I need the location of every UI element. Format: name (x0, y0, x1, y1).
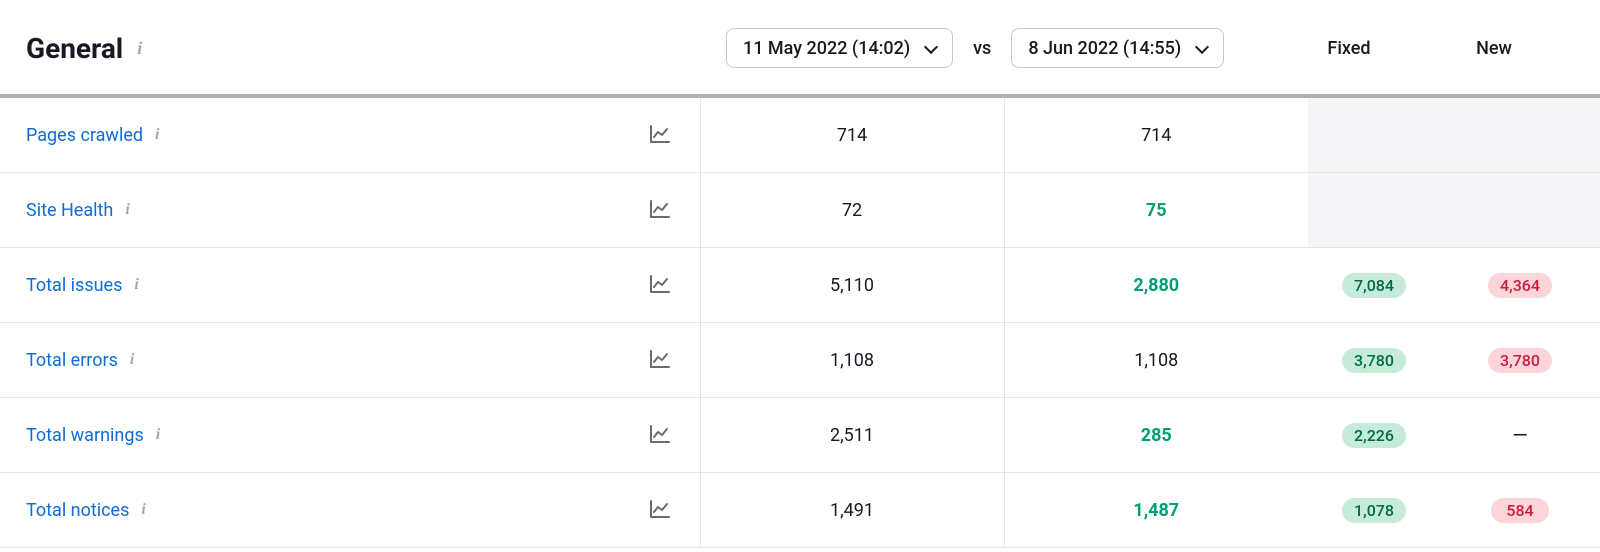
value-after: 285 (1004, 398, 1308, 473)
metric-link[interactable]: Total warnings (26, 425, 144, 446)
new-badge: 4,364 (1488, 273, 1552, 298)
new-badge: 3,780 (1488, 348, 1552, 373)
fixed-column-header: Fixed (1284, 38, 1414, 59)
fixed-cell (1308, 173, 1440, 248)
chart-icon[interactable] (648, 422, 674, 448)
title-wrap: General i (26, 32, 726, 65)
new-cell: — (1440, 398, 1600, 473)
chevron-down-icon (924, 41, 938, 55)
table-row: Total errors i 1,1081,108 3,780 3,780 (0, 323, 1600, 398)
value-before: 72 (700, 173, 1004, 248)
value-after: 1,487 (1004, 473, 1308, 548)
date-compare-controls: 11 May 2022 (14:02) vs 8 Jun 2022 (14:55… (726, 28, 1224, 68)
fixed-badge: 2,226 (1342, 423, 1406, 448)
metric-link[interactable]: Pages crawled (26, 125, 143, 146)
info-icon[interactable]: i (134, 277, 138, 293)
chevron-down-icon (1195, 41, 1209, 55)
fixed-cell: 3,780 (1308, 323, 1440, 398)
row-label-cell: Total notices i (0, 473, 700, 547)
section-title: General (26, 32, 123, 65)
value-after: 75 (1004, 173, 1308, 248)
fixed-cell: 7,084 (1308, 248, 1440, 323)
info-icon[interactable]: i (125, 202, 129, 218)
value-before: 714 (700, 98, 1004, 173)
table-row: Total issues i 5,1102,880 7,084 4,364 (0, 248, 1600, 323)
metrics-table: Pages crawledi714714Site Healthi7275Tota… (0, 98, 1600, 548)
new-badge: 584 (1491, 498, 1549, 523)
new-column-header: New (1414, 38, 1574, 59)
chart-icon[interactable] (648, 347, 674, 373)
table-row: Total warnings i 2,511285 2,226 — (0, 398, 1600, 473)
fixed-badge: 1,078 (1342, 498, 1406, 523)
value-before: 2,511 (700, 398, 1004, 473)
info-icon[interactable]: i (156, 427, 160, 443)
metric-link[interactable]: Site Health (26, 200, 113, 221)
header-row: General i 11 May 2022 (14:02) vs 8 Jun 2… (0, 0, 1600, 94)
date-from-label: 11 May 2022 (14:02) (743, 38, 910, 59)
row-label-cell: Total warnings i (0, 398, 700, 472)
chart-icon[interactable] (648, 197, 674, 223)
metric-link[interactable]: Total notices (26, 500, 129, 521)
info-icon[interactable]: i (155, 127, 159, 143)
new-empty: — (1512, 423, 1528, 447)
general-report: General i 11 May 2022 (14:02) vs 8 Jun 2… (0, 0, 1600, 548)
new-cell (1440, 98, 1600, 173)
date-to-select[interactable]: 8 Jun 2022 (14:55) (1011, 28, 1224, 68)
row-label-cell: Total errors i (0, 323, 700, 397)
value-before: 5,110 (700, 248, 1004, 323)
info-icon[interactable]: i (137, 39, 142, 57)
fixed-cell (1308, 98, 1440, 173)
date-to-label: 8 Jun 2022 (14:55) (1028, 38, 1181, 59)
value-before: 1,108 (700, 323, 1004, 398)
value-after: 714 (1004, 98, 1308, 173)
row-label-cell: Site Health i (0, 173, 700, 247)
value-before: 1,491 (700, 473, 1004, 548)
fixed-badge: 7,084 (1342, 273, 1406, 298)
fixed-cell: 1,078 (1308, 473, 1440, 548)
metric-link[interactable]: Total errors (26, 350, 118, 371)
new-cell: 4,364 (1440, 248, 1600, 323)
metric-link[interactable]: Total issues (26, 275, 122, 296)
value-after: 2,880 (1004, 248, 1308, 323)
row-label-cell: Pages crawled i (0, 98, 700, 172)
info-icon[interactable]: i (130, 352, 134, 368)
chart-icon[interactable] (648, 272, 674, 298)
table-row: Total notices i 1,4911,487 1,078 584 (0, 473, 1600, 548)
table-row: Site Health i 7275 (0, 173, 1600, 248)
chart-icon[interactable] (648, 497, 674, 523)
new-cell: 584 (1440, 473, 1600, 548)
header-right: 11 May 2022 (14:02) vs 8 Jun 2022 (14:55… (726, 28, 1574, 68)
fixed-cell: 2,226 (1308, 398, 1440, 473)
fixed-badge: 3,780 (1342, 348, 1406, 373)
vs-label: vs (973, 38, 991, 59)
row-label-cell: Total issues i (0, 248, 700, 322)
table-row: Pages crawled i 714714 (0, 98, 1600, 173)
date-from-select[interactable]: 11 May 2022 (14:02) (726, 28, 953, 68)
new-cell: 3,780 (1440, 323, 1600, 398)
chart-icon[interactable] (648, 122, 674, 148)
info-icon[interactable]: i (141, 502, 145, 518)
new-cell (1440, 173, 1600, 248)
value-after: 1,108 (1004, 323, 1308, 398)
